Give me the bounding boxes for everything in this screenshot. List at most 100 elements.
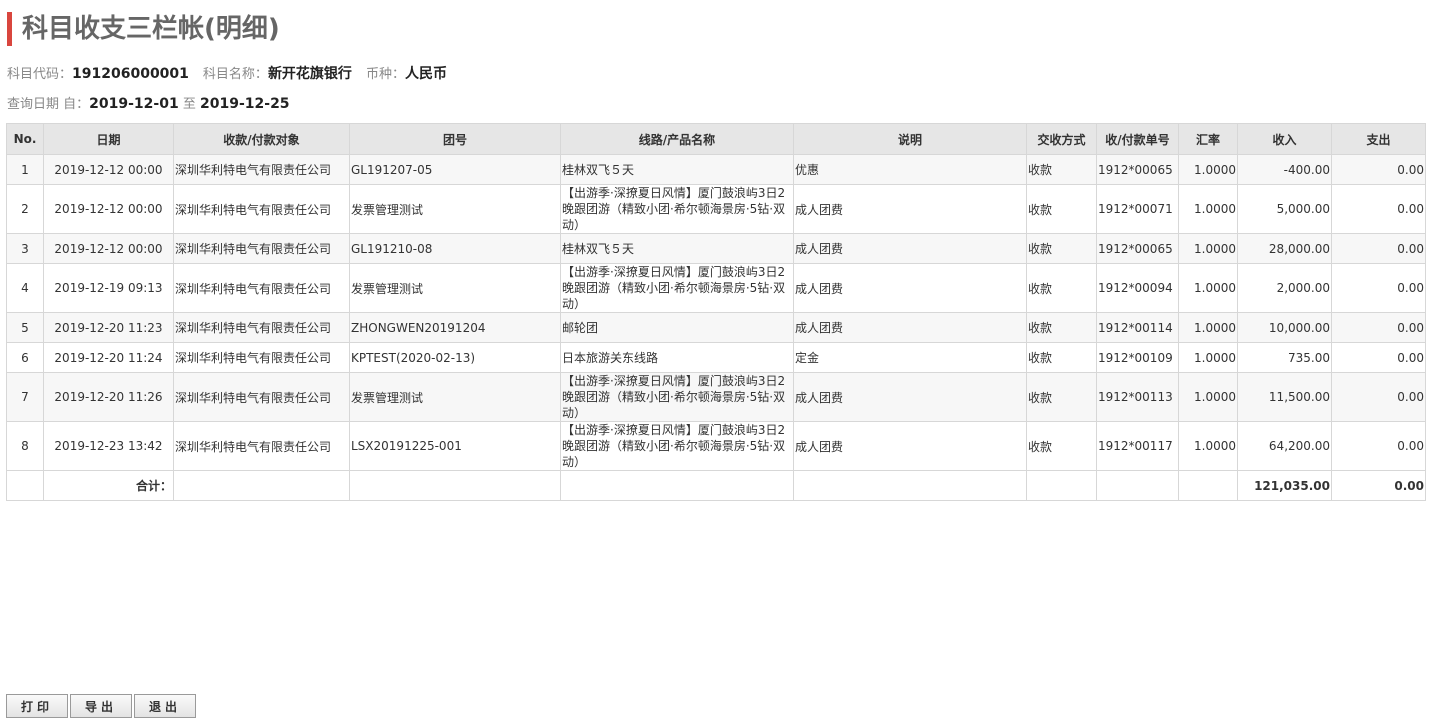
cell-group: GL191207-05 <box>349 154 561 185</box>
cell-voucher: 1912*00065 <box>1096 233 1179 264</box>
col-header-no: No. <box>6 123 44 155</box>
cell-date: 2019-12-20 11:23 <box>43 312 174 343</box>
cell-group: 发票管理测试 <box>349 184 561 234</box>
cell-route: 邮轮团 <box>560 312 794 343</box>
total-expense: 0.00 <box>1331 470 1426 501</box>
cell-desc: 成人团费 <box>793 312 1027 343</box>
cell-expense: 0.00 <box>1331 184 1426 234</box>
account-name: 新开花旗银行 <box>267 66 352 82</box>
cell-method: 收款 <box>1026 372 1097 422</box>
date-from-label: 查询日期 自： <box>7 97 90 112</box>
cell-party: 深圳华利特电气有限责任公司 <box>173 263 350 313</box>
cell-rate: 1.0000 <box>1178 312 1238 343</box>
cell-rate: 1.0000 <box>1178 184 1238 234</box>
cell-expense: 0.00 <box>1331 421 1426 471</box>
date-to: 2019-12-25 <box>200 96 290 112</box>
cell-expense: 0.00 <box>1331 312 1426 343</box>
cell-desc: 成人团费 <box>793 263 1027 313</box>
cell-party: 深圳华利特电气有限责任公司 <box>173 233 350 264</box>
cell-expense: 0.00 <box>1331 233 1426 264</box>
cell-voucher: 1912*00113 <box>1096 372 1179 422</box>
cell-income: 28,000.00 <box>1237 233 1332 264</box>
cell-route: 【出游季·深撩夏日风情】厦门鼓浪屿3日2晚跟团游（精致小团·希尔顿海景房·5钻·… <box>560 421 794 471</box>
cell-no: 2 <box>6 184 44 234</box>
table-row: 4 2019-12-19 09:13 深圳华利特电气有限责任公司 发票管理测试 【出游季… <box>6 263 1426 313</box>
cell-date: 2019-12-19 09:13 <box>43 263 174 313</box>
cell-group: KPTEST(2020-02-13) <box>349 342 561 373</box>
cell-desc: 成人团费 <box>793 233 1027 264</box>
cell-income: 2,000.00 <box>1237 263 1332 313</box>
cell-group: 发票管理测试 <box>349 372 561 422</box>
cell-income: 11,500.00 <box>1237 372 1332 422</box>
cell-date: 2019-12-12 00:00 <box>43 233 174 264</box>
cell-group: GL191210-08 <box>349 233 561 264</box>
cell-group: 发票管理测试 <box>349 263 561 313</box>
cell-desc: 成人团费 <box>793 372 1027 422</box>
cell-method: 收款 <box>1026 154 1097 185</box>
cell-no: 1 <box>6 154 44 185</box>
col-header-date: 日期 <box>43 123 174 155</box>
cell-income: -400.00 <box>1237 154 1332 185</box>
print-button[interactable]: 打印 <box>6 694 68 718</box>
col-header-voucher: 收/付款单号 <box>1096 123 1179 155</box>
cell-group: ZHONGWEN20191204 <box>349 312 561 343</box>
cell-route: 【出游季·深撩夏日风情】厦门鼓浪屿3日2晚跟团游（精致小团·希尔顿海景房·5钻·… <box>560 372 794 422</box>
cell-expense: 0.00 <box>1331 342 1426 373</box>
total-label: 合计： <box>43 470 174 501</box>
cell-route: 桂林双飞５天 <box>560 154 794 185</box>
table-header: No. 日期 收款/付款对象 团号 线路/产品名称 说明 交收方式 收/付款单号… <box>6 123 1426 155</box>
cell-method: 收款 <box>1026 342 1097 373</box>
col-header-income: 收入 <box>1237 123 1332 155</box>
export-button[interactable]: 导出 <box>70 694 132 718</box>
col-header-method: 交收方式 <box>1026 123 1097 155</box>
cell-desc: 优惠 <box>793 154 1027 185</box>
cell-party: 深圳华利特电气有限责任公司 <box>173 184 350 234</box>
col-header-rate: 汇率 <box>1178 123 1238 155</box>
cell-expense: 0.00 <box>1331 263 1426 313</box>
cell-date: 2019-12-12 00:00 <box>43 154 174 185</box>
cell-route: 【出游季·深撩夏日风情】厦门鼓浪屿3日2晚跟团游（精致小团·希尔顿海景房·5钻·… <box>560 184 794 234</box>
total-cell-empty <box>6 470 44 501</box>
account-code-label: 科目代码： <box>7 67 73 82</box>
cell-method: 收款 <box>1026 312 1097 343</box>
account-name-label: 科目名称： <box>202 67 268 82</box>
table-row: 8 2019-12-23 13:42 深圳华利特电气有限责任公司 LSX2019122… <box>6 421 1426 471</box>
cell-voucher: 1912*00065 <box>1096 154 1179 185</box>
cell-date: 2019-12-23 13:42 <box>43 421 174 471</box>
cell-income: 5,000.00 <box>1237 184 1332 234</box>
ledger-table: No. 日期 收款/付款对象 团号 线路/产品名称 说明 交收方式 收/付款单号… <box>6 123 1426 501</box>
col-header-desc: 说明 <box>793 123 1027 155</box>
cell-rate: 1.0000 <box>1178 421 1238 471</box>
cell-expense: 0.00 <box>1331 372 1426 422</box>
cell-method: 收款 <box>1026 233 1097 264</box>
col-header-expense: 支出 <box>1331 123 1426 155</box>
cell-method: 收款 <box>1026 184 1097 234</box>
cell-no: 4 <box>6 263 44 313</box>
currency-label: 币种： <box>365 67 405 82</box>
currency-value: 人民币 <box>404 66 447 82</box>
col-header-route: 线路/产品名称 <box>560 123 794 155</box>
account-code: 191206000001 <box>72 66 189 82</box>
cell-no: 7 <box>6 372 44 422</box>
cell-desc: 成人团费 <box>793 184 1027 234</box>
col-header-group: 团号 <box>349 123 561 155</box>
cell-voucher: 1912*00094 <box>1096 263 1179 313</box>
cell-method: 收款 <box>1026 263 1097 313</box>
date-from: 2019-12-01 <box>89 96 179 112</box>
query-date-range: 查询日期 自：2019-12-01 至 2019-12-25 <box>7 93 290 112</box>
cell-group: LSX20191225-001 <box>349 421 561 471</box>
cell-no: 6 <box>6 342 44 373</box>
cell-voucher: 1912*00117 <box>1096 421 1179 471</box>
cell-date: 2019-12-20 11:24 <box>43 342 174 373</box>
table-row: 6 2019-12-20 11:24 深圳华利特电气有限责任公司 KPTEST(202… <box>6 342 1426 373</box>
cell-party: 深圳华利特电气有限责任公司 <box>173 372 350 422</box>
cell-party: 深圳华利特电气有限责任公司 <box>173 421 350 471</box>
table-row: 7 2019-12-20 11:26 深圳华利特电气有限责任公司 发票管理测试 【出游季… <box>6 372 1426 422</box>
page-title: 科目收支三栏帐(明细) <box>7 12 280 46</box>
cell-route: 【出游季·深撩夏日风情】厦门鼓浪屿3日2晚跟团游（精致小团·希尔顿海景房·5钻·… <box>560 263 794 313</box>
cell-income: 64,200.00 <box>1237 421 1332 471</box>
cell-party: 深圳华利特电气有限责任公司 <box>173 342 350 373</box>
cell-rate: 1.0000 <box>1178 342 1238 373</box>
exit-button[interactable]: 退出 <box>134 694 196 718</box>
table-row: 1 2019-12-12 00:00 深圳华利特电气有限责任公司 GL191207-0… <box>6 154 1426 185</box>
